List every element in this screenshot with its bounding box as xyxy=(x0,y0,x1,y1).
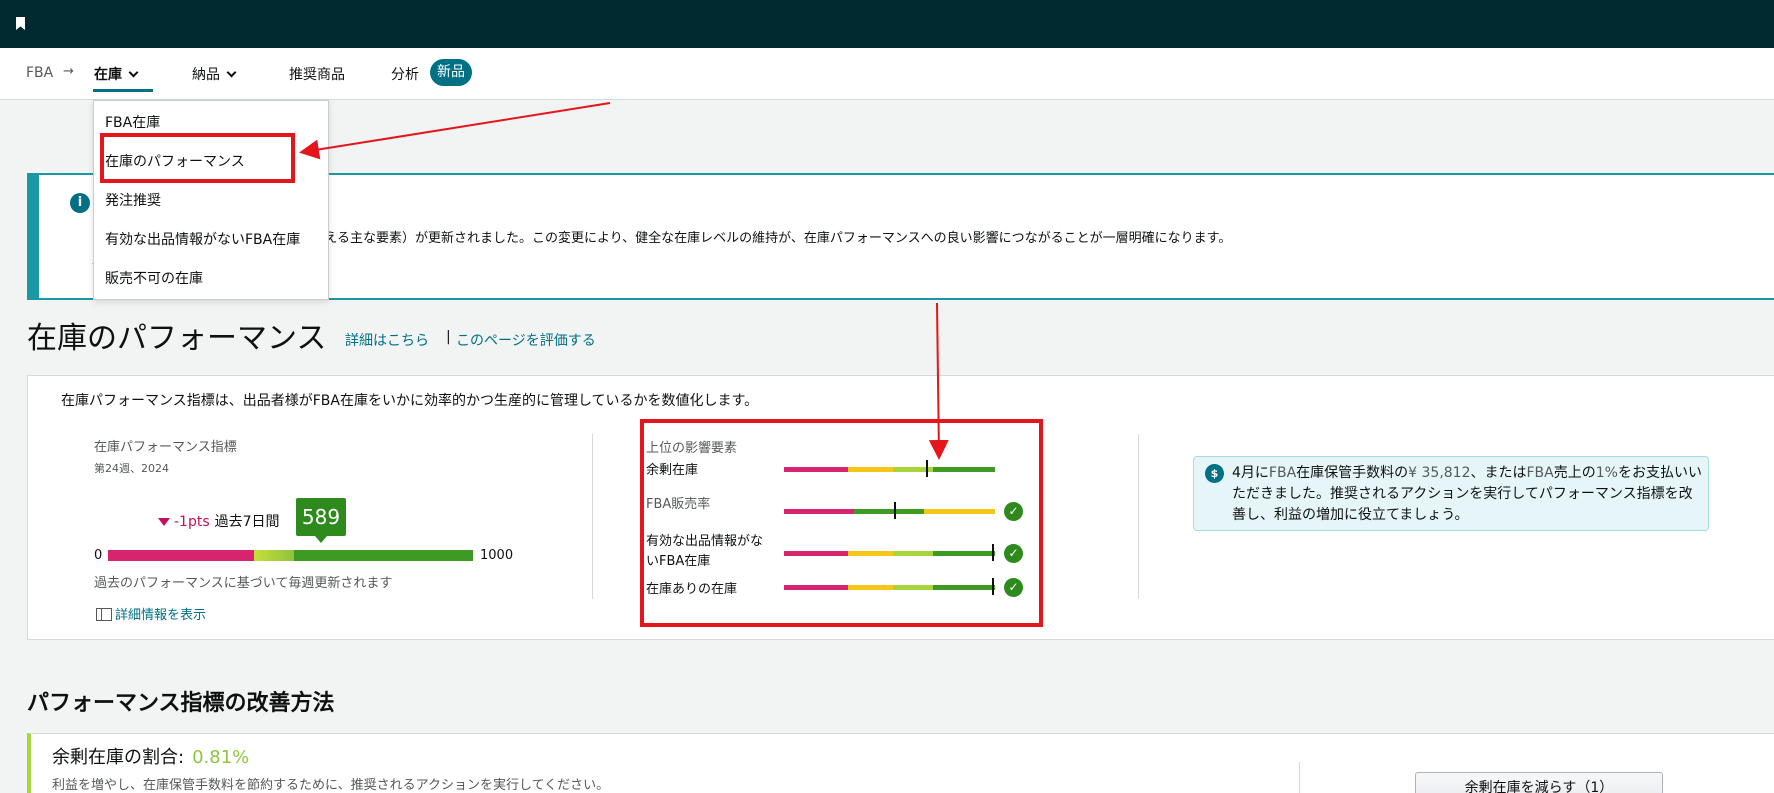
menu-item-stranded-inventory[interactable]: 有効な出品情報がないFBA在庫 xyxy=(105,229,300,249)
top-header-bar xyxy=(0,0,1774,48)
breadcrumb-arrow-icon: → xyxy=(63,64,74,79)
score-scale-max: 1000 xyxy=(480,548,514,563)
nav-tab-recommendations[interactable]: 推奨商品 xyxy=(289,64,345,84)
nav-tab-analytics[interactable]: 分析 xyxy=(391,64,419,84)
rate-page-link[interactable]: このページを評価する xyxy=(456,330,596,350)
score-bar xyxy=(108,550,473,561)
annotation-highlight-box xyxy=(640,419,1043,627)
title-separator: | xyxy=(446,329,451,345)
score-bar-segment-mid xyxy=(254,550,294,561)
excess-ratio: 余剰在庫の割合: 0.81% xyxy=(52,743,249,769)
excess-inventory-card: 余剰在庫の割合: 0.81% 利益を増やし、在庫保管手数料を節約するために、推奨さ… xyxy=(27,733,1774,793)
fee-text-part: FBA xyxy=(1268,465,1297,481)
nav-tab-shipments[interactable]: 納品 xyxy=(192,64,237,84)
storage-fee-text: 4月にFBA在庫保管手数料の¥ 35,812、またはFBA売上の1%をお支払いい… xyxy=(1232,463,1702,526)
score-delta-period: 過去7日間 xyxy=(214,514,280,530)
panel-icon xyxy=(96,608,112,621)
show-details-link[interactable]: 詳細情報を表示 xyxy=(96,604,206,623)
score-bar-segment-low xyxy=(108,550,254,561)
performance-description: 在庫パフォーマンス指標は、出品者様がFBA在庫をいかに効率的かつ生産的に管理して… xyxy=(61,393,759,409)
divider xyxy=(1299,762,1300,793)
annotation-arrow xyxy=(299,102,611,160)
excess-ratio-value: 0.81% xyxy=(192,747,250,768)
show-details-label: 詳細情報を表示 xyxy=(115,608,207,623)
fee-text-part: 、または xyxy=(1470,465,1527,481)
inventory-dropdown-menu: FBA在庫 在庫のパフォーマンス 発注推奨 有効な出品情報がないFBA在庫 販売… xyxy=(93,100,329,300)
score-delta: -1pts 過去7日間 xyxy=(158,511,280,531)
fee-text-part: 4月に xyxy=(1232,465,1269,481)
chevron-down-icon xyxy=(226,67,237,78)
reduce-excess-button[interactable]: 余剰在庫を減らす（1） xyxy=(1415,772,1663,793)
learn-more-link[interactable]: 詳細はこちら xyxy=(345,330,429,350)
menu-item-fba-inventory[interactable]: FBA在庫 xyxy=(105,112,160,132)
new-badge: 新品 xyxy=(430,59,472,86)
storage-fee-notice: $ 4月にFBA在庫保管手数料の¥ 35,812、またはFBA売上の1%をお支払… xyxy=(1193,456,1709,531)
excess-subtitle: 利益を増やし、在庫保管手数料を節約するために、推奨されるアクションを実行してくだ… xyxy=(52,778,610,793)
breadcrumb-fba[interactable]: FBA xyxy=(26,65,53,81)
improve-section-title: パフォーマンス指標の改善方法 xyxy=(27,691,335,716)
dollar-icon: $ xyxy=(1205,464,1224,483)
annotation-highlight-box xyxy=(100,133,295,183)
fee-text-part: 売上の xyxy=(1553,465,1596,481)
chevron-down-icon xyxy=(128,67,139,78)
navigation-bar xyxy=(0,48,1774,100)
score-label: 在庫パフォーマンス指標 xyxy=(94,440,237,455)
divider xyxy=(1138,434,1139,599)
score-value-bubble: 589 xyxy=(296,498,346,543)
fee-text-part: FBA xyxy=(1526,465,1554,481)
update-note: 過去のパフォーマンスに基づいて毎週更新されます xyxy=(94,576,393,591)
menu-item-unfulfillable-inventory[interactable]: 販売不可の在庫 xyxy=(105,268,203,288)
info-icon: i xyxy=(70,193,90,213)
score-delta-value: -1pts xyxy=(174,514,210,530)
score-scale-min: 0 xyxy=(94,548,103,563)
nav-tab-inventory-label: 在庫 xyxy=(94,67,122,83)
fee-text-part: 在庫保管手数料の xyxy=(1296,465,1409,481)
bookmark-icon[interactable] xyxy=(16,17,25,30)
fee-percent: 1% xyxy=(1595,465,1618,481)
nav-tab-inventory[interactable]: 在庫 xyxy=(94,64,139,84)
excess-ratio-label: 余剰在庫の割合: xyxy=(52,747,185,768)
divider xyxy=(592,434,593,599)
active-tab-underline xyxy=(93,89,153,92)
score-week: 第24週、2024 xyxy=(94,462,169,475)
score-bar-segment-high xyxy=(294,550,473,561)
down-triangle-icon xyxy=(158,518,170,526)
page-title: 在庫のパフォーマンス xyxy=(27,321,327,356)
menu-item-restock-recommendations[interactable]: 発注推奨 xyxy=(105,190,161,210)
fee-amount: ¥ 35,812 xyxy=(1408,465,1471,481)
nav-tab-shipments-label: 納品 xyxy=(192,67,220,83)
